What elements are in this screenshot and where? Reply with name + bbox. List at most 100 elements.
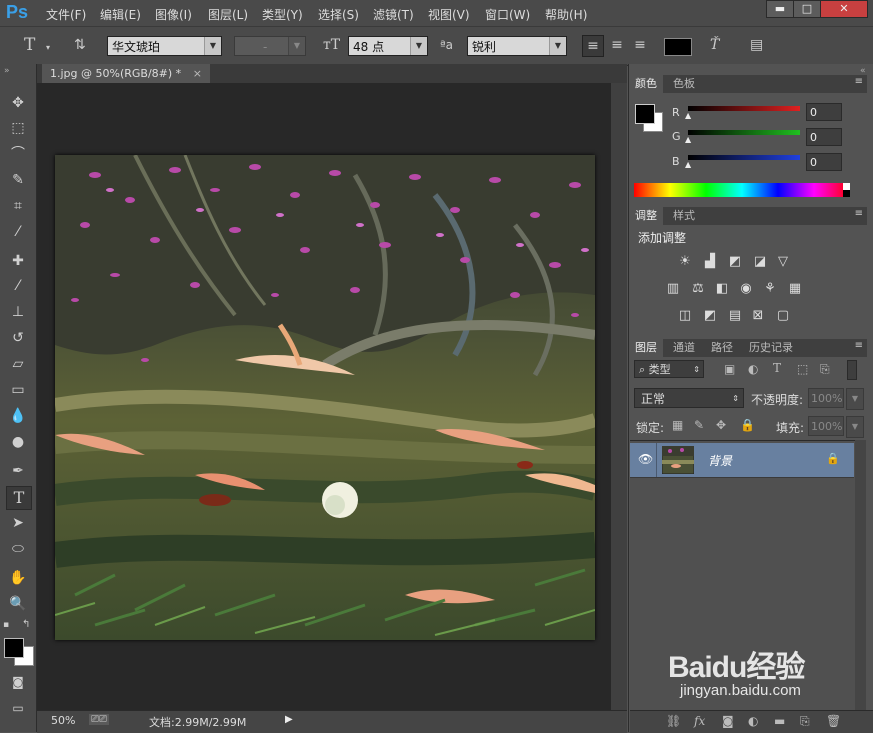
text-color-swatch[interactable]: [664, 38, 692, 56]
hue-saturation-icon[interactable]: ▥: [665, 281, 681, 297]
vertical-scrollbar[interactable]: [611, 83, 627, 710]
antialias-select[interactable]: 锐利 ▼: [467, 36, 567, 56]
preset-dropdown-arrow-icon[interactable]: ▾: [46, 43, 50, 52]
vibrance-icon[interactable]: ▽: [775, 254, 791, 270]
color-lookup-icon[interactable]: ▦: [787, 281, 803, 297]
chevron-down-icon[interactable]: ▼: [846, 388, 864, 410]
status-menu-arrow-icon[interactable]: ▶: [285, 714, 293, 725]
marquee-tool-icon[interactable]: ⬚: [6, 117, 30, 139]
dodge-tool-icon[interactable]: ●: [6, 431, 30, 453]
pen-tool-icon[interactable]: ✒: [6, 460, 30, 482]
black-white-icon[interactable]: ◧: [714, 281, 730, 297]
delete-layer-icon[interactable]: 🗑: [826, 714, 841, 728]
type-tool-preset-icon[interactable]: T: [24, 35, 35, 55]
maximize-button[interactable]: □: [793, 0, 821, 18]
slider-thumb-icon[interactable]: ▲: [685, 135, 691, 144]
black-swatch[interactable]: [843, 190, 850, 197]
channel-r-value[interactable]: 0: [806, 103, 842, 121]
tab-history[interactable]: 历史记录: [743, 339, 799, 357]
swap-colors-icon[interactable]: ↰: [22, 619, 30, 630]
selective-color-icon[interactable]: ▢: [775, 308, 791, 324]
menu-image[interactable]: 图像(I): [155, 6, 192, 23]
curves-icon[interactable]: ◩: [727, 254, 743, 270]
channel-g-slider[interactable]: [688, 130, 800, 135]
channel-b-slider[interactable]: [688, 155, 800, 160]
filter-toggle-switch[interactable]: [847, 360, 857, 380]
tab-swatches[interactable]: 色板: [667, 75, 701, 93]
proof-icon[interactable]: ⎚⎚: [89, 714, 109, 725]
gradient-tool-icon[interactable]: ▭: [6, 379, 30, 401]
close-tab-icon[interactable]: ×: [193, 67, 202, 80]
brightness-contrast-icon[interactable]: ☀: [677, 254, 693, 270]
channel-mixer-icon[interactable]: ⚘: [762, 281, 778, 297]
filter-adjustment-layer-icon[interactable]: ◐: [748, 362, 758, 376]
lock-position-icon[interactable]: ✥: [716, 418, 726, 432]
link-layers-icon[interactable]: ⛓: [666, 714, 681, 728]
eye-visibility-icon[interactable]: 👁: [638, 452, 653, 466]
foreground-color-swatch[interactable]: [635, 104, 655, 124]
lasso-tool-icon[interactable]: ⌒: [6, 143, 30, 165]
menu-type[interactable]: 类型(Y): [262, 6, 303, 23]
filter-smart-object-icon[interactable]: ⎘: [820, 362, 830, 377]
posterize-icon[interactable]: ◩: [702, 308, 718, 324]
menu-select[interactable]: 选择(S): [318, 6, 359, 23]
chevron-down-icon[interactable]: ▼: [846, 416, 864, 438]
add-mask-icon[interactable]: ◙: [722, 714, 734, 728]
fill-input[interactable]: 100%: [808, 416, 844, 436]
default-colors-icon[interactable]: ▪: [3, 620, 9, 630]
document-canvas-image[interactable]: [55, 155, 595, 640]
hand-tool-icon[interactable]: ✋: [6, 567, 30, 589]
foreground-color-swatch[interactable]: [4, 638, 24, 658]
toggle-text-orientation-icon[interactable]: ⇅: [74, 37, 86, 53]
filter-shape-layer-icon[interactable]: ⬚: [797, 362, 808, 376]
lock-all-icon[interactable]: 🔒: [740, 418, 755, 432]
slider-thumb-icon[interactable]: ▲: [685, 111, 691, 120]
lock-transparent-pixels-icon[interactable]: ▦: [672, 418, 683, 432]
blend-mode-select[interactable]: 正常 ⇕: [634, 388, 744, 408]
healing-brush-tool-icon[interactable]: ✚: [6, 250, 30, 272]
menu-window[interactable]: 窗口(W): [485, 6, 530, 23]
quick-mask-icon[interactable]: ◙: [6, 671, 30, 693]
brush-tool-icon[interactable]: ⁄: [6, 275, 30, 297]
quick-selection-tool-icon[interactable]: ✎: [6, 169, 30, 191]
path-selection-tool-icon[interactable]: ➤: [6, 512, 30, 534]
photo-filter-icon[interactable]: ◉: [738, 281, 754, 297]
align-left-icon[interactable]: ≡: [582, 35, 604, 57]
filter-pixel-layer-icon[interactable]: ▣: [724, 362, 735, 376]
menu-file[interactable]: 文件(F): [46, 6, 86, 23]
collapse-arrows-icon[interactable]: »: [4, 66, 10, 76]
zoom-tool-icon[interactable]: 🔍: [6, 593, 30, 615]
menu-view[interactable]: 视图(V): [428, 6, 470, 23]
gradient-map-icon[interactable]: ⊠: [750, 308, 766, 324]
align-center-icon[interactable]: ≡: [608, 35, 626, 55]
minimize-button[interactable]: ▬: [766, 0, 794, 18]
menu-edit[interactable]: 编辑(E): [100, 6, 141, 23]
font-style-select[interactable]: - ▼: [234, 36, 306, 56]
crop-tool-icon[interactable]: ⌗: [6, 195, 30, 217]
invert-icon[interactable]: ◫: [677, 308, 693, 324]
new-layer-icon[interactable]: ⎘: [800, 714, 810, 729]
color-spectrum-bar[interactable]: [634, 183, 850, 197]
panel-menu-icon[interactable]: ≡: [855, 208, 863, 219]
tab-layers[interactable]: 图层: [629, 339, 663, 357]
lock-image-pixels-icon[interactable]: ✎: [694, 418, 704, 432]
filter-type-layer-icon[interactable]: T: [773, 361, 781, 375]
new-adjustment-layer-icon[interactable]: ◐: [748, 714, 758, 728]
white-swatch[interactable]: [843, 183, 850, 190]
slider-thumb-icon[interactable]: ▲: [685, 160, 691, 169]
exposure-icon[interactable]: ◪: [752, 254, 768, 270]
menu-filter[interactable]: 滤镜(T): [373, 6, 414, 23]
document-tab[interactable]: 1.jpg @ 50%(RGB/8#) * ×: [42, 64, 210, 83]
close-window-button[interactable]: ✕: [820, 0, 868, 18]
tab-styles[interactable]: 样式: [667, 207, 701, 225]
font-family-select[interactable]: 华文琥珀 ▼: [107, 36, 222, 56]
ellipse-tool-icon[interactable]: ⬭: [6, 538, 30, 560]
menu-layer[interactable]: 图层(L): [208, 6, 248, 23]
screen-mode-icon[interactable]: ▭: [6, 697, 30, 719]
blur-tool-icon[interactable]: 💧: [6, 405, 30, 427]
tab-color[interactable]: 颜色: [629, 75, 663, 93]
layer-thumbnail[interactable]: [662, 446, 694, 474]
tab-adjustments[interactable]: 调整: [629, 207, 663, 225]
opacity-input[interactable]: 100%: [808, 388, 844, 408]
layer-style-icon[interactable]: fx: [694, 714, 705, 728]
